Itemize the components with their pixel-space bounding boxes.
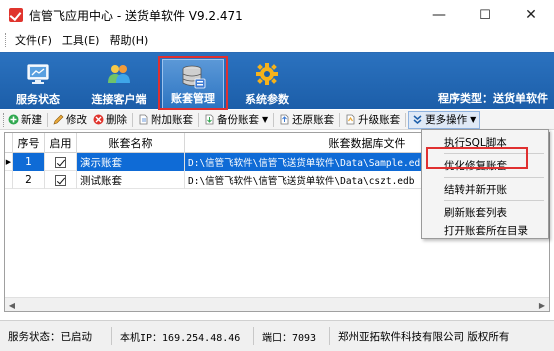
add-icon: [8, 114, 19, 125]
window-controls: — ☐ ✕: [416, 0, 554, 30]
gear-icon: [256, 63, 278, 85]
document-icon: [139, 114, 148, 125]
nav-clients[interactable]: 连接客户端: [86, 57, 152, 109]
menu-item-refresh-list[interactable]: 刷新账套列表: [422, 202, 548, 222]
close-button[interactable]: ✕: [508, 0, 554, 30]
upgrade-account-button[interactable]: 升级账套: [342, 111, 403, 129]
column-header-no[interactable]: 序号: [13, 133, 45, 153]
service-status: 服务状态：已启动: [0, 327, 112, 345]
backup-account-button[interactable]: 备份账套 ▼: [201, 111, 271, 129]
nav-system-params[interactable]: 系统参数: [240, 57, 294, 109]
new-button[interactable]: 新建: [5, 111, 45, 129]
nav-ribbon: 服务状态 连接客户端 账套管理 系统参数 程序类型：送货单软件: [0, 52, 554, 109]
toolbar-separator: [132, 112, 133, 127]
toolbar-separator: [198, 112, 199, 127]
cell-name: 测试账套: [77, 171, 185, 189]
maximize-button[interactable]: ☐: [462, 0, 508, 30]
attach-label: 附加账套: [151, 114, 193, 126]
edit-button[interactable]: 修改: [50, 111, 90, 129]
cell-enabled: [45, 171, 77, 189]
nav-label: 连接客户端: [91, 93, 147, 106]
backup-icon: [205, 114, 214, 125]
nav-service-status[interactable]: 服务状态: [8, 57, 68, 109]
status-bar: 服务状态：已启动 本机IP：169.254.48.46 端口：7093 郑州亚拓…: [0, 320, 554, 351]
window-title: 信管飞应用中心 - 送货单软件 V9.2.471: [29, 8, 243, 23]
delete-icon: [93, 114, 104, 125]
scroll-left-icon[interactable]: ◀: [5, 298, 19, 312]
menu-item-open-folder[interactable]: 打开账套所在目录: [422, 220, 548, 240]
toolbar-separator: [339, 112, 341, 127]
cell-name: 演示账套: [77, 153, 185, 171]
toolbar-separator: [405, 112, 407, 127]
horizontal-scrollbar[interactable]: ◀ ▶: [5, 297, 549, 311]
enabled-checkbox[interactable]: [55, 174, 66, 186]
menu-help[interactable]: 帮助(H): [107, 32, 150, 48]
restore-account-button[interactable]: 还原账套: [276, 111, 337, 129]
attach-account-button[interactable]: 附加账套: [135, 111, 196, 129]
nav-label: 系统参数: [245, 93, 289, 106]
menu-file[interactable]: 文件(F): [13, 32, 54, 48]
row-marker: [5, 171, 13, 189]
toolbar-separator: [47, 112, 48, 127]
minimize-button[interactable]: —: [416, 0, 462, 30]
restore-label: 还原账套: [292, 114, 335, 126]
menu-separator: [444, 200, 544, 201]
chevron-down-icon[interactable]: ▼: [262, 115, 268, 124]
menu-grip: [5, 33, 7, 47]
row-pointer-icon: ▶: [5, 153, 13, 171]
double-chevron-down-icon: [413, 115, 422, 124]
row-marker-header: [5, 133, 13, 153]
toolbar: 新建 修改 删除 附加账套 备份账套 ▼ 还原账套 升级账套 更多操作 ▼: [0, 110, 554, 130]
cell-no: 1: [13, 153, 45, 171]
scroll-right-icon[interactable]: ▶: [535, 298, 549, 312]
delete-label: 删除: [106, 114, 127, 126]
column-header-enabled[interactable]: 启用: [45, 133, 77, 153]
nav-label: 服务状态: [16, 93, 60, 106]
program-type-label: 程序类型：送货单软件: [438, 92, 548, 105]
upgrade-label: 升级账套: [358, 114, 401, 126]
new-label: 新建: [21, 114, 42, 126]
monitor-icon: [27, 64, 49, 84]
menu-separator: [444, 177, 544, 178]
nav-highlight-box: [158, 56, 228, 110]
more-label: 更多操作: [425, 114, 468, 126]
chevron-down-icon: ▼: [470, 115, 477, 124]
title-bar: 信管飞应用中心 - 送货单软件 V9.2.471 — ☐ ✕: [0, 0, 554, 30]
app-logo-icon: [9, 8, 23, 22]
delete-button[interactable]: 删除: [90, 111, 130, 129]
more-actions-button[interactable]: 更多操作 ▼: [408, 110, 481, 129]
column-header-name[interactable]: 账套名称: [77, 133, 185, 153]
more-actions-menu: 执行SQL脚本 优化修复账套 结转并新开账 刷新账套列表 打开账套所在目录: [421, 129, 549, 239]
menu-tools[interactable]: 工具(E): [60, 32, 102, 48]
menu-bar: 文件(F) 工具(E) 帮助(H): [0, 30, 554, 50]
edit-label: 修改: [66, 114, 87, 126]
backup-label: 备份账套: [217, 114, 259, 126]
toolbar-separator: [273, 112, 275, 127]
pencil-icon: [53, 114, 64, 125]
menu-item-carry-forward[interactable]: 结转并新开账: [422, 179, 548, 199]
copyright: 郑州亚拓软件科技有限公司 版权所有: [338, 330, 510, 343]
port: 端口：7093: [254, 327, 330, 345]
upgrade-icon: [346, 114, 355, 125]
users-icon: [108, 65, 130, 83]
enabled-checkbox[interactable]: [55, 156, 66, 168]
cell-no: 2: [13, 171, 45, 189]
cell-enabled: [45, 153, 77, 171]
local-ip: 本机IP：169.254.48.46: [112, 327, 254, 345]
restore-icon: [280, 114, 289, 125]
menu-highlight-box: [426, 147, 528, 169]
